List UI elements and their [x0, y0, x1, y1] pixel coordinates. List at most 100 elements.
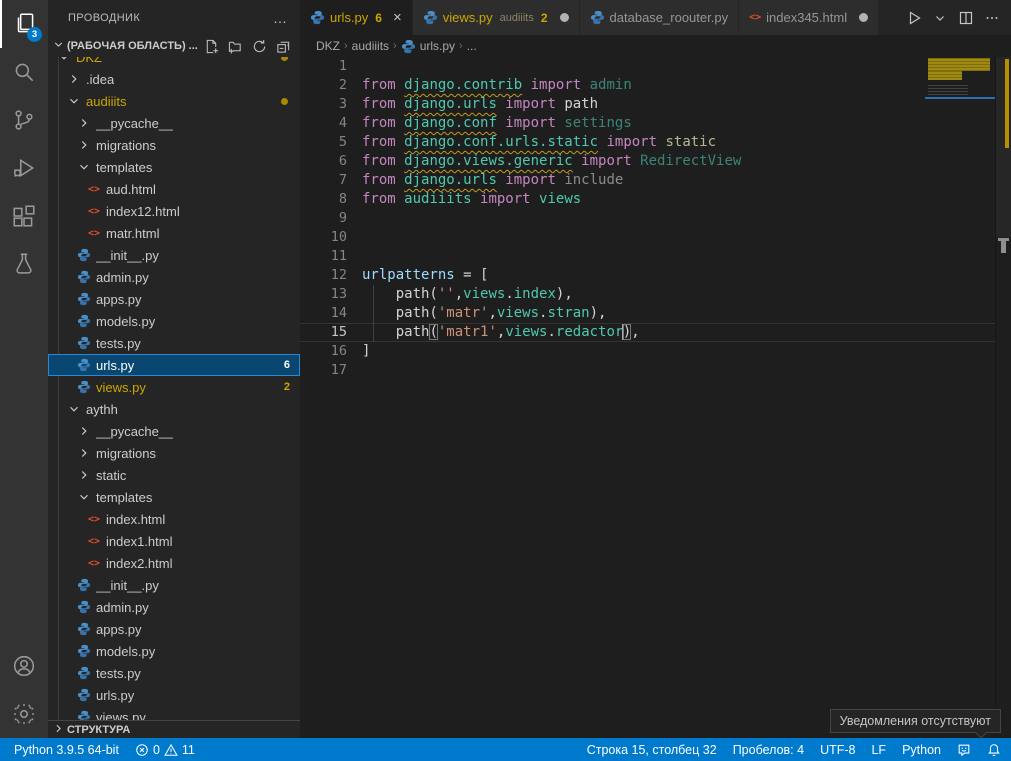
code-line-1[interactable]: 1	[300, 57, 1011, 76]
more-actions-icon[interactable]	[981, 7, 1003, 29]
run-dropdown-icon[interactable]	[929, 7, 951, 29]
split-editor-icon[interactable]	[955, 7, 977, 29]
line-number[interactable]: 11	[300, 247, 362, 266]
close-icon[interactable]: ×	[393, 10, 402, 25]
tree-item-urls.py[interactable]: urls.py6	[48, 354, 300, 376]
tree-item-index12.html[interactable]: <>index12.html	[48, 200, 300, 222]
code-line-15[interactable]: 15 path('matr1',views.redactor),	[300, 323, 1011, 342]
code-line-8[interactable]: 8from audiiits import views	[300, 190, 1011, 209]
breadcrumb-item-audiiits[interactable]: audiiits	[352, 39, 389, 53]
tree-item-tests.py[interactable]: tests.py	[48, 332, 300, 354]
code-line-13[interactable]: 13 path('',views.index),	[300, 285, 1011, 304]
code-line-16[interactable]: 16]	[300, 342, 1011, 361]
tree-item-views.py[interactable]: views.py2	[48, 376, 300, 398]
tree-item-admin.py[interactable]: admin.py	[48, 266, 300, 288]
tree-item-models.py[interactable]: models.py	[48, 640, 300, 662]
code-line-6[interactable]: 6from django.views.generic import Redire…	[300, 152, 1011, 171]
status-notifications[interactable]	[987, 743, 1001, 757]
line-number[interactable]: 6	[300, 152, 362, 171]
line-number[interactable]: 12	[300, 266, 362, 285]
line-number[interactable]: 15	[300, 323, 362, 342]
code-line-14[interactable]: 14 path('matr',views.stran),	[300, 304, 1011, 323]
line-number[interactable]: 2	[300, 76, 362, 95]
dirty-dot-icon[interactable]	[859, 13, 868, 22]
activity-accounts-icon[interactable]	[0, 642, 48, 690]
code-line-4[interactable]: 4from django.conf import settings	[300, 114, 1011, 133]
status-encoding[interactable]: UTF-8	[820, 743, 855, 757]
line-number[interactable]: 10	[300, 228, 362, 247]
tree-item-__pycache__[interactable]: __pycache__	[48, 420, 300, 442]
line-number[interactable]: 9	[300, 209, 362, 228]
tab-index345.html[interactable]: <>index345.html	[739, 0, 879, 35]
code-editor[interactable]: 12from django.contrib import admin3from …	[300, 57, 1011, 738]
status-problems[interactable]: 011	[135, 743, 195, 757]
line-number[interactable]: 16	[300, 342, 362, 361]
tree-item-admin.py[interactable]: admin.py	[48, 596, 300, 618]
activity-source-control-icon[interactable]	[0, 96, 48, 144]
status-indentation[interactable]: Пробелов: 4	[733, 743, 804, 757]
tree-item-__init__.py[interactable]: __init__.py	[48, 244, 300, 266]
tree-item-.idea[interactable]: .idea	[48, 68, 300, 90]
tree-item-templates[interactable]: templates	[48, 156, 300, 178]
activity-extensions-icon[interactable]	[0, 192, 48, 240]
tree-item-migrations[interactable]: migrations	[48, 442, 300, 464]
breadcrumb-item-DKZ[interactable]: DKZ	[316, 39, 340, 53]
tree-item-tests.py[interactable]: tests.py	[48, 662, 300, 684]
line-number[interactable]: 13	[300, 285, 362, 304]
outline-section-header[interactable]: СТРУКТУРА	[48, 720, 300, 738]
status-python-interpreter[interactable]: Python 3.9.5 64-bit	[14, 743, 119, 757]
tree-item-__pycache__[interactable]: __pycache__	[48, 112, 300, 134]
code-line-10[interactable]: 10	[300, 228, 1011, 247]
activity-search-icon[interactable]	[0, 48, 48, 96]
tab-database_roouter.py[interactable]: database_roouter.py	[580, 0, 740, 35]
code-line-7[interactable]: 7from django.urls import include	[300, 171, 1011, 190]
code-line-3[interactable]: 3from django.urls import path	[300, 95, 1011, 114]
line-number[interactable]: 17	[300, 361, 362, 380]
breadcrumb-item-urls.py[interactable]: urls.py	[401, 39, 455, 54]
new-file-icon[interactable]	[202, 37, 220, 55]
tree-item-apps.py[interactable]: apps.py	[48, 288, 300, 310]
code-line-12[interactable]: 12urlpatterns = [	[300, 266, 1011, 285]
line-number[interactable]: 4	[300, 114, 362, 133]
tab-views.py[interactable]: views.pyaudiiits2	[413, 0, 580, 35]
collapse-folders-icon[interactable]	[274, 37, 292, 55]
minimap[interactable]	[925, 57, 995, 738]
status-eol-sequence[interactable]: LF	[871, 743, 886, 757]
status-feedback[interactable]	[957, 743, 971, 757]
code-line-2[interactable]: 2from django.contrib import admin	[300, 76, 1011, 95]
tab-urls.py[interactable]: urls.py6×	[300, 0, 413, 35]
tree-item-index2.html[interactable]: <>index2.html	[48, 552, 300, 574]
tree-item-migrations[interactable]: migrations	[48, 134, 300, 156]
line-number[interactable]: 3	[300, 95, 362, 114]
tree-item-audiiits[interactable]: audiiits	[48, 90, 300, 112]
breadcrumb-item-...[interactable]: ...	[467, 39, 477, 53]
status-cursor-position[interactable]: Строка 15, столбец 32	[587, 743, 717, 757]
explorer-more-actions-icon[interactable]: …	[273, 10, 288, 26]
tree-item-matr.html[interactable]: <>matr.html	[48, 222, 300, 244]
activity-explorer-icon[interactable]: 3	[0, 0, 48, 48]
line-number[interactable]: 14	[300, 304, 362, 323]
tree-item-static[interactable]: static	[48, 464, 300, 486]
activity-testing-icon[interactable]	[0, 240, 48, 288]
tree-item-models.py[interactable]: models.py	[48, 310, 300, 332]
tree-item-apps.py[interactable]: apps.py	[48, 618, 300, 640]
tree-item-views.py[interactable]: views.py	[48, 706, 300, 720]
tree-item-urls.py[interactable]: urls.py	[48, 684, 300, 706]
activity-manage-icon[interactable]	[0, 690, 48, 738]
code-line-9[interactable]: 9	[300, 209, 1011, 228]
tree-item-__init__.py[interactable]: __init__.py	[48, 574, 300, 596]
line-number[interactable]: 1	[300, 57, 362, 76]
run-icon[interactable]	[903, 7, 925, 29]
code-line-11[interactable]: 11	[300, 247, 1011, 266]
line-number[interactable]: 7	[300, 171, 362, 190]
code-line-17[interactable]: 17	[300, 361, 1011, 380]
tree-item-templates[interactable]: templates	[48, 486, 300, 508]
workspace-section-header[interactable]: (РАБОЧАЯ ОБЛАСТЬ) ...	[48, 35, 300, 57]
tree-item-aud.html[interactable]: <>aud.html	[48, 178, 300, 200]
dirty-dot-icon[interactable]	[560, 13, 569, 22]
new-folder-icon[interactable]	[226, 37, 244, 55]
tree-item-DKZ[interactable]: DKZ	[48, 57, 300, 68]
line-number[interactable]: 5	[300, 133, 362, 152]
tree-item-index1.html[interactable]: <>index1.html	[48, 530, 300, 552]
code-line-5[interactable]: 5from django.conf.urls.static import sta…	[300, 133, 1011, 152]
